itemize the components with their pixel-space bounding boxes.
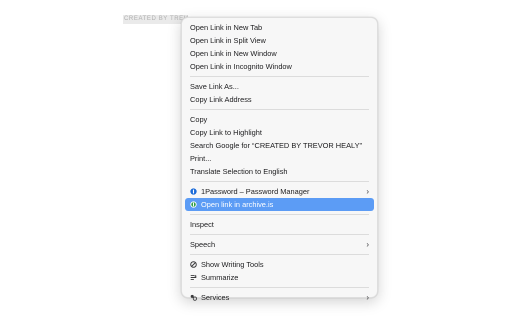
menu-item-label: Open Link in Split View	[190, 36, 266, 45]
chevron-right-icon: ›	[366, 240, 369, 249]
menu-item-search-google[interactable]: Search Google for “CREATED BY TREVOR HEA…	[185, 139, 374, 152]
menu-item-open-split-view[interactable]: Open Link in Split View	[185, 34, 374, 47]
menu-item-speech[interactable]: Speech ›	[185, 238, 374, 251]
menu-item-label: Save Link As...	[190, 82, 239, 91]
menu-item-label: Open Link in Incognito Window	[190, 62, 292, 71]
writing-tools-icon	[190, 261, 197, 268]
context-menu: Open Link in New Tab Open Link in Split …	[181, 17, 378, 302]
menu-item-label: Translate Selection to English	[190, 167, 288, 176]
menu-item-translate[interactable]: Translate Selection to English	[185, 165, 374, 178]
menu-separator	[190, 76, 369, 77]
menu-item-label: Copy Link to Highlight	[190, 128, 262, 137]
menu-separator	[190, 109, 369, 110]
menu-item-open-new-tab[interactable]: Open Link in New Tab	[185, 21, 374, 34]
menu-item-label: Summarize	[201, 273, 239, 282]
selected-text[interactable]: CREATED BY TREVOR HEALY	[123, 15, 188, 24]
menu-item-label: Services	[201, 293, 230, 302]
menu-item-services[interactable]: Services ›	[185, 291, 374, 304]
menu-item-copy[interactable]: Copy	[185, 113, 374, 126]
summarize-icon	[190, 274, 197, 281]
menu-separator	[190, 254, 369, 255]
menu-item-copy-link-address[interactable]: Copy Link Address	[185, 93, 374, 106]
menu-item-inspect[interactable]: Inspect	[185, 218, 374, 231]
menu-item-label: Open Link in New Window	[190, 49, 277, 58]
menu-item-label: Copy Link Address	[190, 95, 252, 104]
menu-item-label: Print...	[190, 154, 212, 163]
menu-item-summarize[interactable]: Summarize	[185, 271, 374, 284]
menu-item-label: Show Writing Tools	[201, 260, 264, 269]
menu-item-label: Open link in archive.is	[201, 200, 274, 209]
menu-item-label: Inspect	[190, 220, 214, 229]
menu-separator	[190, 181, 369, 182]
menu-item-1password[interactable]: 1Password – Password Manager ›	[185, 185, 374, 198]
menu-separator	[190, 234, 369, 235]
menu-separator	[190, 214, 369, 215]
menu-item-label: Speech	[190, 240, 216, 249]
menu-item-copy-link-to-highlight[interactable]: Copy Link to Highlight	[185, 126, 374, 139]
services-icon	[190, 294, 197, 301]
menu-item-label: 1Password – Password Manager	[201, 187, 310, 196]
menu-item-show-writing-tools[interactable]: Show Writing Tools	[185, 258, 374, 271]
archive-icon	[190, 201, 197, 208]
menu-item-print[interactable]: Print...	[185, 152, 374, 165]
menu-item-label: Search Google for “CREATED BY TREVOR HEA…	[190, 141, 362, 150]
menu-item-open-archive-is[interactable]: Open link in archive.is	[185, 198, 374, 211]
page: CREATED BY TREVOR HEALY Open Link in New…	[0, 0, 512, 320]
menu-item-open-incognito[interactable]: Open Link in Incognito Window	[185, 60, 374, 73]
menu-item-label: Open Link in New Tab	[190, 23, 263, 32]
menu-item-open-new-window[interactable]: Open Link in New Window	[185, 47, 374, 60]
menu-separator	[190, 287, 369, 288]
chevron-right-icon: ›	[366, 187, 369, 196]
1password-icon	[190, 188, 197, 195]
menu-item-label: Copy	[190, 115, 208, 124]
chevron-right-icon: ›	[366, 293, 369, 302]
menu-item-save-link-as[interactable]: Save Link As...	[185, 80, 374, 93]
